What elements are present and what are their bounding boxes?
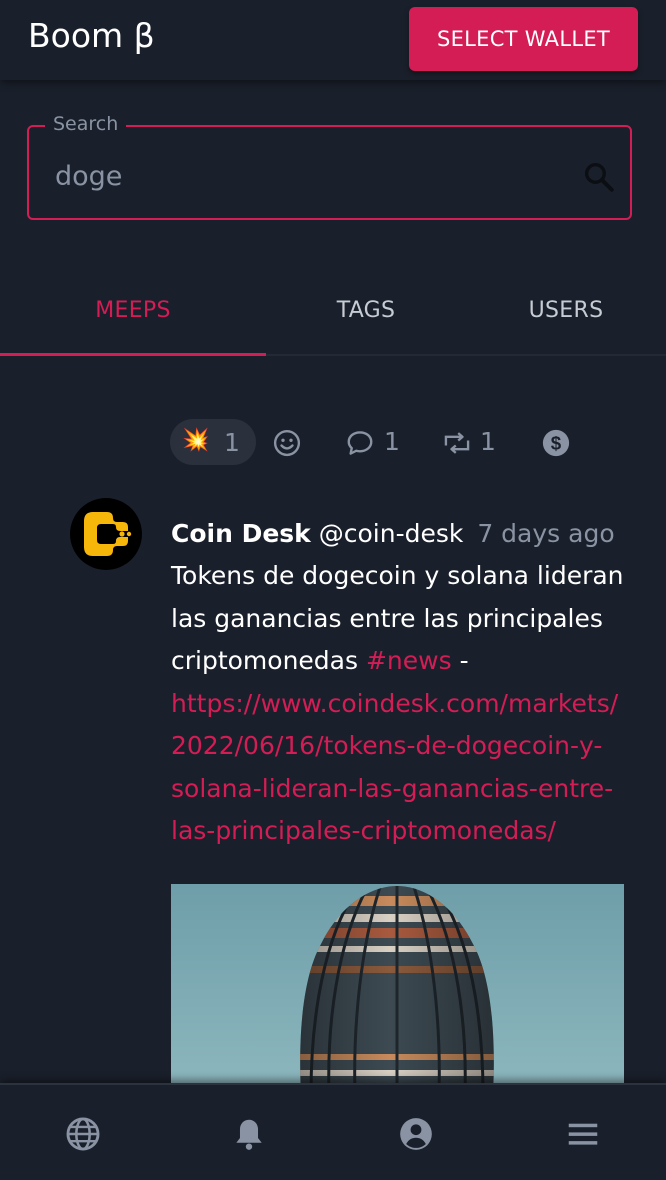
article-url-text: https://www.coindesk.com/markets/2022/06… <box>171 688 619 846</box>
app-header: Boom β SELECT WALLET <box>0 0 666 80</box>
post-actions: 💥 1 1 1 $ <box>170 419 590 467</box>
account-icon[interactable] <box>397 1115 435 1153</box>
menu-icon[interactable] <box>564 1115 602 1153</box>
search-input[interactable] <box>53 155 557 197</box>
comment-icon[interactable] <box>345 428 375 458</box>
active-tab-indicator <box>0 353 266 356</box>
reboom-icon[interactable] <box>441 428 473 458</box>
search-tabs: MEEPS TAGS USERS <box>0 268 666 356</box>
app-title: Boom β <box>28 16 155 55</box>
bottom-navigation <box>0 1083 666 1180</box>
author-handle[interactable]: @coin-desk <box>319 519 464 548</box>
post-body: Coin Desk @coin-desk 7 days ago Tokens d… <box>171 513 626 853</box>
search-field[interactable]: Search <box>27 113 632 220</box>
search-label: Search <box>45 113 127 135</box>
search-icon[interactable] <box>582 160 616 194</box>
boom-emoji-icon: 💥 <box>182 428 210 453</box>
article-link[interactable]: https://www.coindesk.com/markets/2022/06… <box>171 689 618 846</box>
author-avatar[interactable] <box>70 498 142 570</box>
tab-meeps[interactable]: MEEPS <box>0 268 266 354</box>
tip-dollar-icon[interactable]: $ <box>541 428 571 458</box>
post-separator: - <box>451 646 469 675</box>
author-name[interactable]: Coin Desk <box>171 519 311 548</box>
tab-users[interactable]: USERS <box>466 268 666 354</box>
boom-count: 1 <box>224 428 240 457</box>
globe-icon[interactable] <box>64 1115 102 1153</box>
post-timestamp: 7 days ago <box>477 519 615 548</box>
boom-button[interactable]: 💥 1 <box>170 419 256 465</box>
post-text: Tokens de dogecoin y solana lideran las … <box>171 555 626 853</box>
select-wallet-button[interactable]: SELECT WALLET <box>409 7 638 71</box>
bell-icon[interactable] <box>230 1115 268 1153</box>
post-image[interactable] <box>171 884 624 1094</box>
post-meta: Coin Desk @coin-desk 7 days ago <box>171 513 626 555</box>
balloon-image <box>171 884 624 1094</box>
rebooms-count: 1 <box>480 427 496 456</box>
hashtag-link[interactable]: #news <box>366 646 452 675</box>
svg-text:$: $ <box>551 433 562 454</box>
add-reaction-icon[interactable] <box>272 428 302 458</box>
comments-count: 1 <box>384 427 400 456</box>
tab-tags[interactable]: TAGS <box>266 268 466 354</box>
